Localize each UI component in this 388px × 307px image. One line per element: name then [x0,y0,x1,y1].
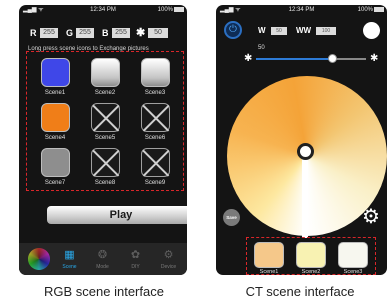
tab-label: Device [160,264,177,270]
tab-label: DIY [131,264,140,270]
dim-sun-icon: ✱ [244,53,253,64]
bright-sun-icon: ✱ [370,53,379,64]
white-preview-icon [363,22,380,39]
tab-scene[interactable]: ▦ Scene [53,243,86,275]
tab-diy[interactable]: ✿ DIY [119,243,152,275]
gear-icon[interactable]: ⚙ [360,206,382,228]
battery-icon [174,7,184,12]
w-label: W [258,26,266,35]
wheel-white-band [302,158,308,238]
scene-swatch [141,58,170,87]
g-label: G [66,28,74,38]
white-value-row: W 50 WW 100 [258,25,368,37]
save-button[interactable]: Save [223,209,240,226]
ww-value-field[interactable]: 100 [316,27,336,35]
battery-percent: 100% [157,7,173,13]
scene-swatch [91,58,120,87]
brightness-slider[interactable] [256,58,366,60]
scene-swatch [254,242,284,268]
film-reel-icon: ❂ [97,249,108,261]
power-icon[interactable]: ⏻ [224,21,242,39]
tab-device[interactable]: ⚙ Device [152,243,185,275]
scene-label: Scene3 [343,269,363,275]
slider-handle[interactable] [328,54,337,63]
scene-label: Scene9 [144,180,166,186]
w-value-field[interactable]: 50 [271,27,287,35]
status-bar: ▂▄▆ ᯤ 12:34 PM 100% [19,5,187,15]
scene-label: Scene4 [44,135,66,141]
scene-label: Scene1 [259,269,279,275]
r-value-field[interactable]: 255 [40,28,58,38]
g-value-field[interactable]: 255 [76,28,94,38]
scene-swatch [41,58,70,87]
tab-label: Scene [62,264,77,270]
scene-label: Scene6 [144,135,166,141]
scene-label: Scene2 [94,90,116,96]
scene-label: Scene1 [44,90,66,96]
scene-label: Scene8 [94,180,116,186]
battery-percent: 100% [357,7,373,13]
ct-caption: CT scene interface [245,284,355,299]
wheel-selector-handle[interactable] [297,143,314,160]
ww-label: WW [296,26,312,35]
tab-mode[interactable]: ❂ Mode [86,243,119,275]
scene-swatch [141,103,170,132]
rgb-value-row: R 255 G 255 B 255 ✱ 50 [30,27,180,39]
slider-value: 50 [258,45,265,51]
scene-swatch [91,103,120,132]
play-button[interactable]: Play [47,206,187,224]
brightness-value-field[interactable]: 50 [148,28,168,38]
scene-swatch [338,242,368,268]
scene-label: Scene5 [94,135,116,141]
grid-icon: ▦ [64,249,75,261]
scene-label: Scene2 [301,269,321,275]
color-wheel-icon[interactable] [28,248,50,270]
b-label: B [102,28,109,38]
gear-icon: ⚙ [163,249,174,261]
brightness-icon: ✱ [136,27,146,39]
palette-icon: ✿ [130,249,141,261]
scene-swatch [141,148,170,177]
scene-swatch [296,242,326,268]
status-bar: ▂▄▆ ᯤ 12:34 PM 100% [216,5,387,15]
ct-scene-screen: ▂▄▆ ᯤ 12:34 PM 100% ⏻ W 50 WW 100 50 ✱ ✱… [216,5,387,275]
scene-label: Scene3 [144,90,166,96]
ct-scene-strip: Scene1 Scene2 Scene3 [246,237,376,275]
b-value-field[interactable]: 255 [112,28,130,38]
bottom-tab-bar: ▦ Scene ❂ Mode ✿ DIY ⚙ Device [19,243,187,275]
scene-label: Scene7 [44,180,66,186]
scene-swatch [91,148,120,177]
scene-swatch [41,103,70,132]
r-label: R [30,28,37,38]
tab-label: Mode [96,264,109,270]
rgb-caption: RGB scene interface [44,284,164,299]
scene-grid: Scene1 Scene2 Scene3 Scene4 Scene5 Scene… [26,51,184,191]
battery-icon [374,7,384,12]
scene-swatch [41,148,70,177]
